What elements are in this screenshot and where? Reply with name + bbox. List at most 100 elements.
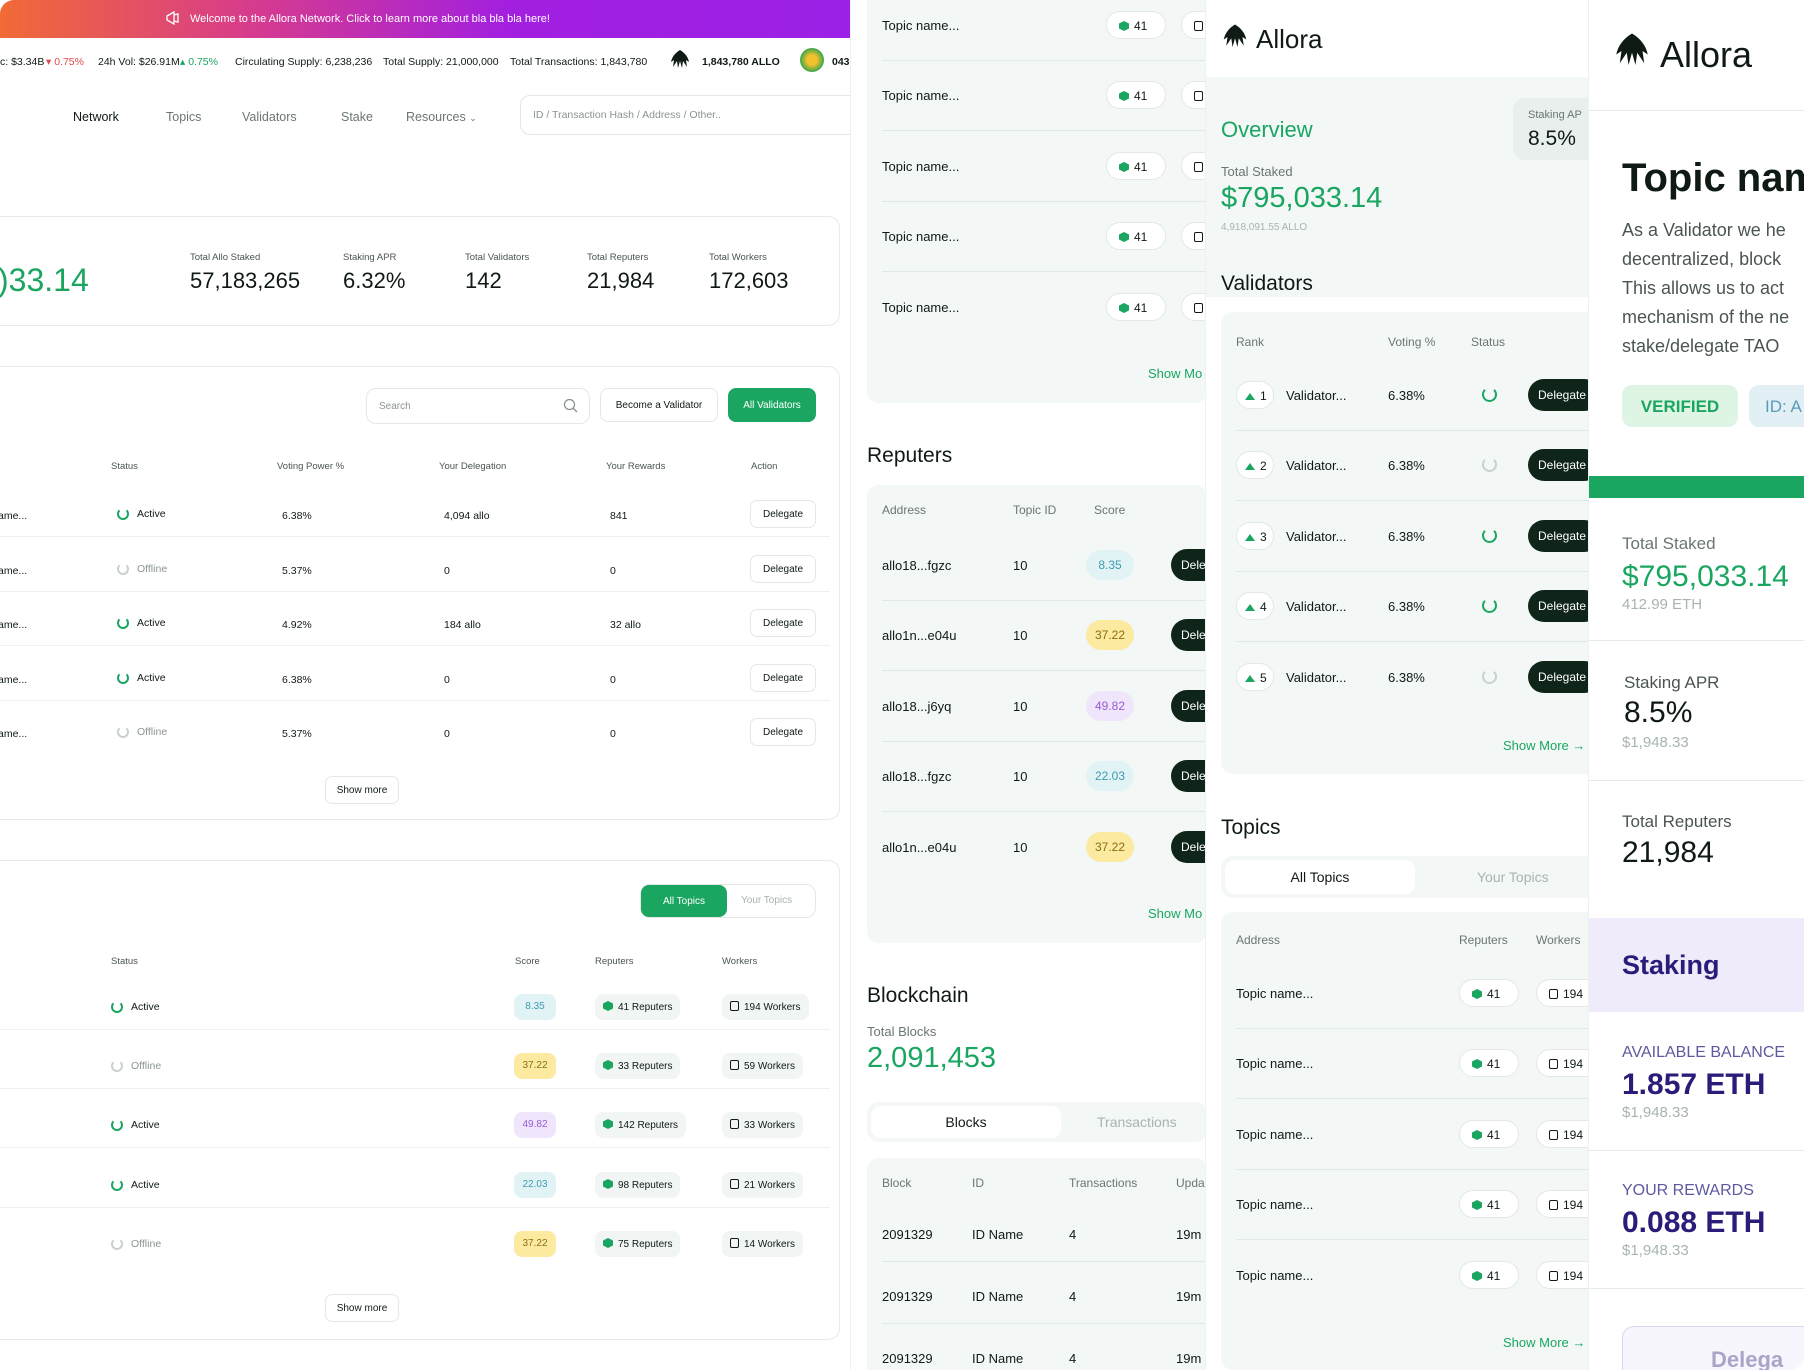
col-voting: Voting % <box>1388 335 1436 349</box>
delegate-button[interactable]: Delegate <box>750 555 816 583</box>
avatar[interactable] <box>800 48 824 72</box>
reputers-badge: 41 <box>1106 222 1166 250</box>
your-delegation: 0 <box>444 674 450 686</box>
validators-card <box>0 366 840 820</box>
col-block: Block <box>882 1176 912 1190</box>
score-badge: 8.35 <box>514 994 556 1020</box>
score-badge: 22.03 <box>1086 761 1134 791</box>
divider <box>1589 110 1804 111</box>
delegate-button[interactable]: Dele <box>1171 831 1205 863</box>
rewards-sub: $1,948.33 <box>1622 1242 1689 1259</box>
validator-name: Validator... <box>1286 458 1347 473</box>
validator-name: Validator... <box>1286 388 1347 403</box>
delegate-button[interactable]: Delegate <box>1528 449 1590 481</box>
reputers-chip: 98 Reputers <box>595 1172 681 1198</box>
score-badge: 37.22 <box>1086 832 1134 862</box>
your-delegation: 0 <box>444 565 450 577</box>
global-search-input[interactable]: ID / Transaction Hash / Address / Other.… <box>520 95 850 135</box>
topics-show-more-link[interactable]: Show More → <box>1503 1335 1585 1350</box>
tab-your-topics[interactable]: Your Topics <box>1477 869 1549 885</box>
validators-title: Validators <box>1221 272 1313 295</box>
delegate-button[interactable]: Delegate <box>750 664 816 692</box>
delegate-button[interactable]: Delegate <box>1528 379 1590 411</box>
power-icon <box>111 1001 123 1014</box>
topics-show-more-link[interactable]: Show Mo <box>1148 366 1202 381</box>
tab-your-topics[interactable]: Your Topics <box>741 895 792 906</box>
topics-show-more-button[interactable]: Show more <box>325 1294 399 1322</box>
row-divider <box>1236 430 1590 431</box>
delegate-button[interactable]: Delegate <box>1528 590 1590 622</box>
delegate-button[interactable]: Delegate <box>1528 661 1590 693</box>
workers-badge: 194 <box>1536 1049 1590 1077</box>
nav-validators[interactable]: Validators <box>242 110 297 124</box>
score-badge: 49.82 <box>1086 691 1134 721</box>
stat-value: 21,984 <box>587 268 655 293</box>
tab-transactions[interactable]: Transactions <box>1097 1114 1177 1130</box>
ticker-trail: 043 <box>832 56 850 68</box>
delegate-button[interactable]: Delega <box>1622 1326 1804 1370</box>
workers-badge <box>1181 152 1205 180</box>
col-your-delegation: Your Delegation <box>439 461 507 472</box>
tab-all-topics[interactable]: All Topics <box>641 885 727 917</box>
row-divider <box>1236 1169 1590 1170</box>
score-badge: 37.22 <box>514 1053 556 1079</box>
power-icon <box>111 1060 123 1073</box>
blockchain-title: Blockchain <box>867 984 969 1007</box>
rank-up-icon <box>1245 675 1255 682</box>
reputers-badge: 41 <box>1459 1049 1519 1077</box>
reputers-badge: 41 <box>1459 1261 1519 1289</box>
all-validators-button[interactable]: All Validators <box>728 388 816 422</box>
rank-badge: 3 <box>1236 522 1274 550</box>
delegate-button[interactable]: Dele <box>1171 690 1205 722</box>
delegate-button[interactable]: Delegate <box>750 718 816 746</box>
delegate-button[interactable]: Delegate <box>750 500 816 528</box>
nav-topics[interactable]: Topics <box>166 110 201 124</box>
reputers-show-more-link[interactable]: Show Mo <box>1148 906 1202 921</box>
delegate-button[interactable]: Dele <box>1171 760 1205 792</box>
worker-icon <box>1194 91 1203 101</box>
tab-all-topics[interactable]: All Topics <box>1225 860 1415 894</box>
blockchain-tabs: Blocks Transactions <box>867 1102 1205 1142</box>
stat-partial-value: )33.14 <box>0 262 89 298</box>
delegate-button[interactable]: Delegate <box>750 609 816 637</box>
col-id: ID <box>972 1176 984 1190</box>
rank-number: 1 <box>1260 389 1267 403</box>
reputer-icon <box>1472 989 1482 999</box>
reputer-icon <box>603 1238 613 1248</box>
reputers-count: 41 <box>1134 301 1148 315</box>
delegate-button[interactable]: Dele <box>1171 549 1205 581</box>
row-divider <box>882 600 1205 601</box>
block-id: ID Name <box>972 1351 1024 1366</box>
workers-chip: 33 Workers <box>722 1112 803 1138</box>
total-staked-label: Total Staked <box>1622 534 1716 553</box>
become-validator-button[interactable]: Become a Validator <box>600 388 718 422</box>
available-balance-sub: $1,948.33 <box>1622 1104 1689 1121</box>
apr-label: Staking APR <box>1624 673 1720 692</box>
row-divider <box>1236 1098 1590 1099</box>
reputer-topic-id: 10 <box>1013 840 1028 855</box>
voting-power: 6.38% <box>282 674 312 686</box>
reputers-title: Reputers <box>867 444 953 467</box>
announcement-banner[interactable]: Welcome to the Allora Network. Click to … <box>0 0 850 38</box>
search-icon <box>563 398 578 413</box>
validators-show-more-button[interactable]: Show more <box>325 776 399 804</box>
col-workers: Workers <box>1536 933 1581 947</box>
tab-blocks[interactable]: Blocks <box>871 1106 1061 1138</box>
delegate-button[interactable]: Dele <box>1171 619 1205 651</box>
topic-name: Topic name... <box>882 229 960 244</box>
validator-name: ame... <box>0 510 28 522</box>
col-address: Address <box>882 503 927 517</box>
worker-icon <box>1549 1130 1558 1140</box>
validators-show-more-link[interactable]: Show More → <box>1503 738 1585 753</box>
reputers-count: 41 <box>1134 89 1148 103</box>
workers-badge <box>1181 11 1205 39</box>
nav-stake[interactable]: Stake <box>341 110 373 124</box>
status-text: Active <box>131 1001 160 1013</box>
nav-resources[interactable]: Resources ⌄ <box>406 110 477 124</box>
progress-fill <box>1589 476 1804 498</box>
status-text: Offline <box>131 1060 162 1072</box>
blocks-card <box>867 1158 1205 1370</box>
delegate-button[interactable]: Delegate <box>1528 520 1590 552</box>
nav-network[interactable]: Network <box>73 110 119 124</box>
validator-search-input[interactable]: Search <box>366 388 590 424</box>
